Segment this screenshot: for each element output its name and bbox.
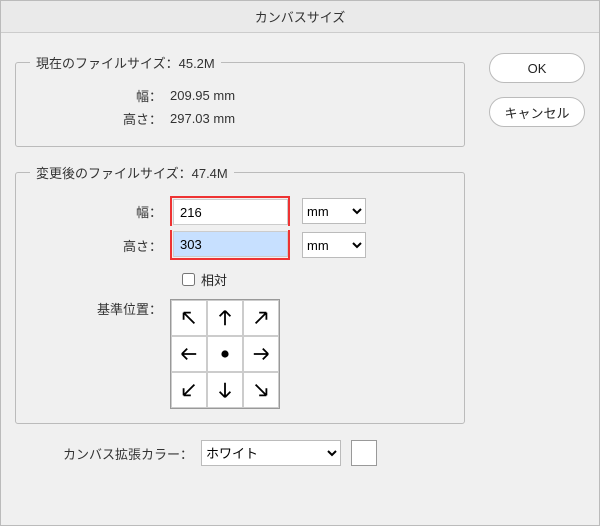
new-size-legend: 変更後のファイルサイズ：47.4M: [30, 163, 234, 182]
current-size-group: 現在のファイルサイズ：45.2M 幅： 209.95 mm 高さ： 297.03…: [15, 53, 465, 147]
extension-color-swatch[interactable]: [351, 440, 377, 466]
current-height-label: 高さ：: [30, 109, 170, 128]
width-unit-select[interactable]: mm: [302, 198, 366, 224]
height-unit-select[interactable]: mm: [302, 232, 366, 258]
current-width-label: 幅：: [30, 86, 170, 105]
dialog-title: カンバスサイズ: [1, 1, 599, 33]
current-size-legend: 現在のファイルサイズ：45.2M: [30, 53, 221, 72]
new-size-group: 変更後のファイルサイズ：47.4M 幅： mm 高さ： mm: [15, 163, 465, 424]
anchor-label: 基準位置：: [30, 299, 170, 318]
dialog-buttons: OK キャンセル: [489, 53, 585, 127]
extension-row: カンバス拡張カラー： ホワイト: [15, 440, 585, 466]
anchor-grid: [170, 299, 280, 409]
cancel-button[interactable]: キャンセル: [489, 97, 585, 127]
current-height-value: 297.03 mm: [170, 111, 235, 126]
anchor-left[interactable]: [171, 336, 207, 372]
relative-label: 相対: [201, 270, 227, 289]
anchor-top-left[interactable]: [171, 300, 207, 336]
extension-label: カンバス拡張カラー：: [15, 444, 201, 463]
anchor-top[interactable]: [207, 300, 243, 336]
dialog-content: OK キャンセル 現在のファイルサイズ：45.2M 幅： 209.95 mm 高…: [1, 33, 599, 476]
new-height-label: 高さ：: [30, 236, 170, 255]
relative-checkbox[interactable]: [182, 273, 195, 286]
anchor-center[interactable]: [207, 336, 243, 372]
anchor-bottom[interactable]: [207, 372, 243, 408]
anchor-bottom-right[interactable]: [243, 372, 279, 408]
extension-color-select[interactable]: ホワイト: [201, 440, 341, 466]
height-input[interactable]: [173, 231, 288, 257]
anchor-top-right[interactable]: [243, 300, 279, 336]
canvas-size-dialog: カンバスサイズ OK キャンセル 現在のファイルサイズ：45.2M 幅： 209…: [0, 0, 600, 526]
anchor-right[interactable]: [243, 336, 279, 372]
new-width-label: 幅：: [30, 202, 170, 221]
anchor-bottom-left[interactable]: [171, 372, 207, 408]
ok-button[interactable]: OK: [489, 53, 585, 83]
width-input[interactable]: [173, 199, 288, 225]
current-width-value: 209.95 mm: [170, 88, 235, 103]
